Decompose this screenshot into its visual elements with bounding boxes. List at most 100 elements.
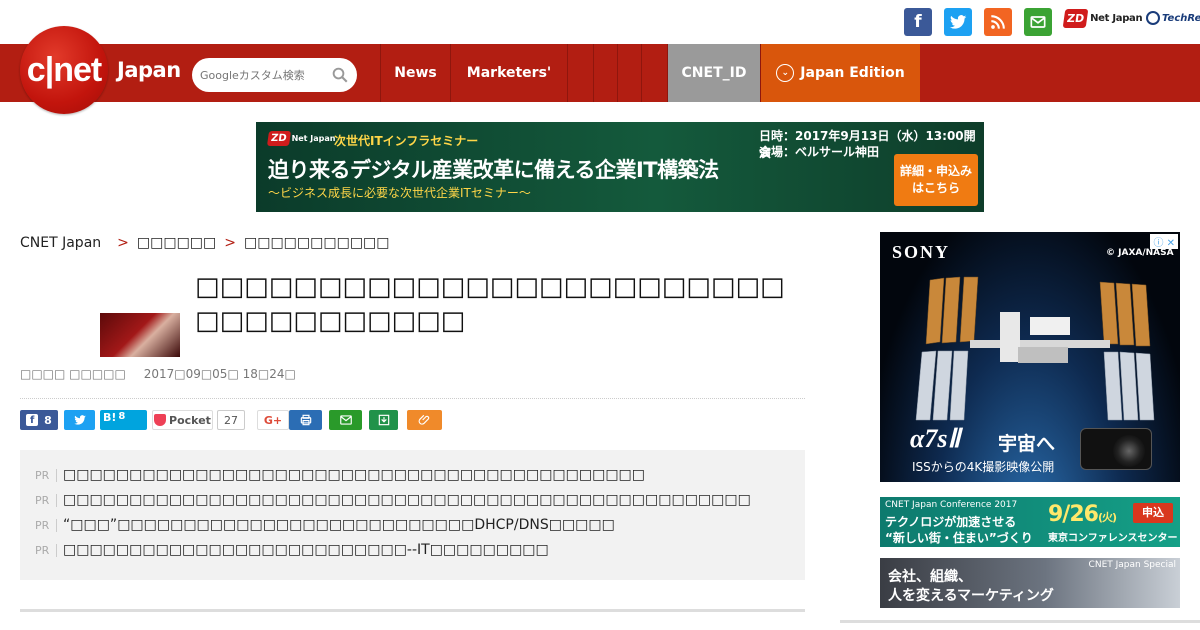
- sony-ad[interactable]: ⓘ ✕ SONY © JAXA/NASA α7sⅡ 宇宙へ ISSからの4K撮影…: [880, 232, 1180, 482]
- nav-item-marketers[interactable]: Marketers': [450, 44, 567, 102]
- hatena-label: B!: [103, 411, 117, 424]
- hatena-bookmark-button[interactable]: B! 8: [100, 410, 147, 430]
- space-station-image: [915, 276, 1155, 421]
- rss-feed-icon: [991, 15, 1005, 29]
- cnet-logo[interactable]: c|net: [20, 26, 108, 114]
- breadcrumb-home[interactable]: CNET Japan: [20, 235, 101, 251]
- nav-divider-slot: [617, 44, 641, 102]
- techrepublic-link[interactable]: TechRep: [1146, 11, 1200, 25]
- article-thumbnail: [100, 313, 180, 357]
- zdnet-label: Net Japan: [1090, 13, 1143, 24]
- camera-image: [1080, 428, 1152, 470]
- chevron-down-circle-icon: ⌄: [776, 64, 795, 82]
- zdnet-japan-link[interactable]: ZD Net Japan: [1062, 9, 1143, 28]
- rss-icon[interactable]: [984, 8, 1012, 36]
- pr-link[interactable]: PR □□□□□□□□□□□□□□□□□□□□□□□□□□□□□□□□□□□□□□…: [35, 492, 751, 508]
- banner-venue: 会場：ベルサール神田: [759, 145, 880, 159]
- special-line2: 人を変えるマーケティング: [888, 588, 1054, 604]
- techrepublic-label: TechRep: [1162, 13, 1200, 24]
- save-button[interactable]: [369, 410, 398, 430]
- banner-cta-line2: はこちら: [911, 181, 960, 195]
- hatena-count: 8: [118, 411, 126, 422]
- facebook-share-button[interactable]: f 8: [20, 410, 58, 430]
- download-icon: [378, 414, 389, 426]
- banner-cta-button[interactable]: 詳細・申込み はこちら: [894, 154, 978, 206]
- pr-tag: PR: [35, 493, 57, 507]
- nav-divider-slot: [593, 44, 617, 102]
- pr-link-text: □□□□□□□□□□□□□□□□□□□□□□□□□□□□□□□□□□□□□□□□…: [63, 492, 751, 508]
- conference-name: CNET Japan Conference 2017: [885, 500, 1018, 510]
- pocket-label: Pocket: [169, 413, 211, 427]
- nav-item-news[interactable]: News: [380, 44, 450, 102]
- print-button[interactable]: [289, 410, 322, 430]
- sony-model: α7sⅡ: [910, 424, 961, 453]
- facebook-share-count: 8: [44, 413, 52, 427]
- sony-subline: ISSからの4K撮影映像公開: [912, 460, 1055, 474]
- search-input[interactable]: [200, 68, 330, 82]
- conference-venue: 東京コンファレンスセンター: [1048, 533, 1178, 544]
- pr-link[interactable]: PR “□□□”□□□□□□□□□□□□□□□□□□□□□□□□□□□DHCP/D…: [35, 517, 615, 533]
- mail-icon[interactable]: [1024, 8, 1052, 36]
- article-bottom-rule: [20, 609, 805, 612]
- special-line1: 会社、組織、: [888, 569, 972, 585]
- pr-link[interactable]: PR □□□□□□□□□□□□□□□□□□□□□□□□□□--IT□□□□□□□□…: [35, 542, 549, 558]
- nav-japan-edition[interactable]: ⌄ Japan Edition: [760, 44, 920, 102]
- facebook-glyph: f: [914, 12, 922, 32]
- twitter-icon[interactable]: [944, 8, 972, 36]
- breadcrumb-separator: >: [224, 235, 236, 251]
- nav-cnet-id[interactable]: CNET_ID: [667, 44, 760, 102]
- sidebar-bottom-rule: [840, 620, 1200, 623]
- envelope-icon: [339, 415, 352, 425]
- print-icon: [300, 414, 311, 426]
- banner-zd-label: Net Japan: [291, 134, 336, 143]
- cnet-logo-text: c|net: [26, 50, 102, 89]
- pocket-button[interactable]: Pocket: [152, 410, 213, 430]
- paperclip-icon: [418, 414, 429, 425]
- pr-link-text: □□□□□□□□□□□□□□□□□□□□□□□□□□--IT□□□□□□□□□: [63, 542, 549, 558]
- clip-button[interactable]: [407, 410, 442, 430]
- page: f ZD Net Japan TechRep c|net Japan News …: [0, 0, 1200, 630]
- nav-divider-slot: [641, 44, 667, 102]
- article-author: □□□□ □□□□□: [20, 367, 126, 381]
- pocket-count: 27: [217, 410, 245, 430]
- special-feature-ad[interactable]: CNET Japan Special 会社、組織、 人を変えるマーケティング: [880, 558, 1180, 608]
- google-plus-button[interactable]: G+: [257, 410, 289, 430]
- top-social-strip: f ZD Net Japan TechRep: [0, 0, 1200, 44]
- seminar-banner-ad[interactable]: ZD Net Japan 次世代ITインフラセミナー 迫り来るデジタル産業改革に…: [256, 122, 984, 212]
- special-tag: CNET Japan Special: [1088, 560, 1176, 570]
- techrepublic-logo-icon: [1146, 11, 1160, 25]
- banner-cta-line1: 詳細・申込み: [899, 164, 972, 178]
- pr-link[interactable]: PR □□□□□□□□□□□□□□□□□□□□□□□□□□□□□□□□□□□□□□…: [35, 467, 645, 483]
- breadcrumb-level2[interactable]: □□□□□□□□□□□: [244, 235, 390, 251]
- adchoices-icon[interactable]: ⓘ ✕: [1150, 234, 1178, 249]
- pr-link-text: “□□□”□□□□□□□□□□□□□□□□□□□□□□□□□□□DHCP/DNS…: [63, 517, 615, 533]
- facebook-icon[interactable]: f: [904, 8, 932, 36]
- nav-divider-slot: [567, 44, 593, 102]
- conference-ad[interactable]: CNET Japan Conference 2017 テクノロジが加速させる “…: [880, 497, 1180, 547]
- banner-zdnet-logo: ZD Net Japan: [266, 131, 336, 146]
- article-date: 2017□09□05□ 18□24□: [143, 367, 296, 381]
- sony-credit: © JAXA/NASA: [1106, 248, 1174, 258]
- banner-series: 次世代ITインフラセミナー: [334, 134, 479, 148]
- facebook-icon: f: [26, 414, 39, 426]
- conference-line2: “新しい街・住まい”づくり: [885, 531, 1033, 545]
- pr-tag: PR: [35, 518, 57, 532]
- japan-edition-label: Japan Edition: [800, 65, 905, 81]
- zdnet-badge: ZD: [1062, 9, 1089, 28]
- byline-divider: [20, 398, 805, 399]
- pr-link-text: □□□□□□□□□□□□□□□□□□□□□□□□□□□□□□□□□□□□□□□□…: [63, 467, 646, 483]
- conference-apply-button[interactable]: 申込: [1133, 503, 1173, 523]
- search-box: [192, 58, 357, 92]
- twitter-bird-icon: [949, 15, 967, 29]
- conference-date: 9/26(火): [1048, 502, 1117, 527]
- email-share-button[interactable]: [329, 410, 362, 430]
- logo-japan-word: Japan: [117, 58, 181, 82]
- conference-date-value: 9/26: [1048, 502, 1099, 527]
- breadcrumb: CNET Japan > □□□□□□ > □□□□□□□□□□□: [20, 235, 390, 251]
- pr-tag: PR: [35, 468, 57, 482]
- breadcrumb-separator: >: [117, 235, 129, 251]
- breadcrumb-level1[interactable]: □□□□□□: [137, 235, 216, 251]
- twitter-bird-icon: [73, 415, 86, 425]
- twitter-share-button[interactable]: [64, 410, 95, 430]
- search-icon[interactable]: [331, 66, 349, 84]
